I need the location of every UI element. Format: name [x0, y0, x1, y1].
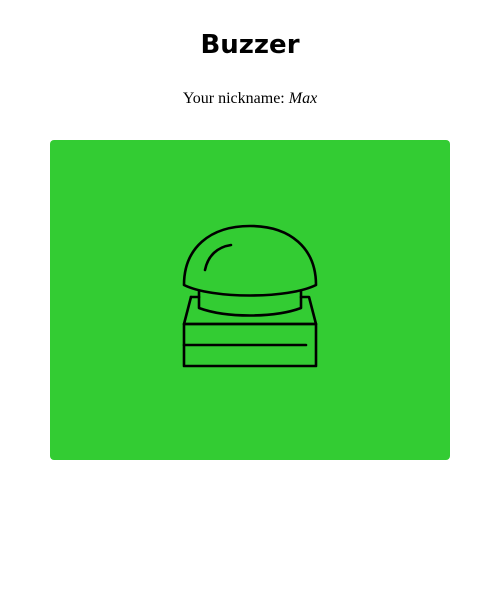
buzzer-button[interactable]: [50, 140, 450, 460]
buzzer-app: Buzzer Your nickname: Max: [0, 0, 500, 600]
nickname-line: Your nickname: Max: [0, 88, 500, 110]
nickname-value: Max: [288, 90, 318, 107]
buzzer-icon: [182, 224, 318, 368]
nickname-label: Your nickname:: [182, 90, 285, 107]
page-title: Buzzer: [200, 30, 300, 60]
